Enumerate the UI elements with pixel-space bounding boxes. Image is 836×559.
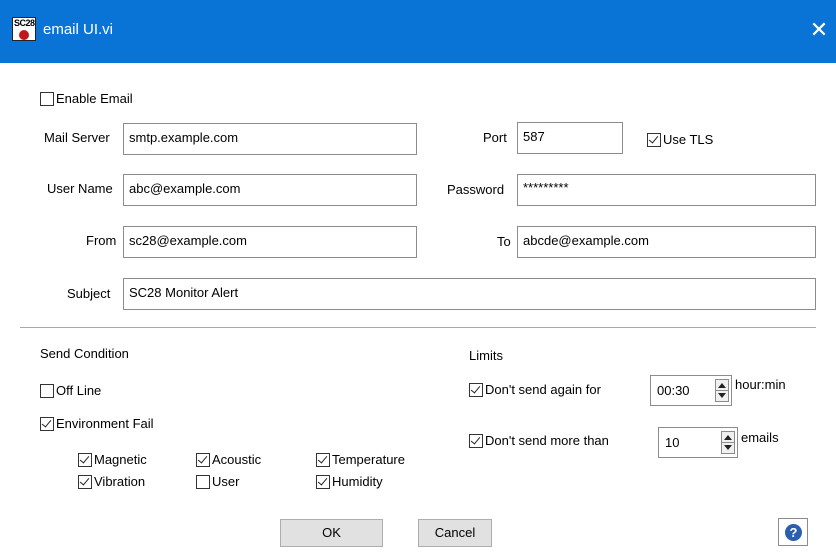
- vibration-checkbox[interactable]: Vibration: [78, 474, 145, 489]
- enable-email-label: Enable Email: [56, 91, 133, 106]
- user-name-label: User Name: [47, 181, 113, 196]
- dont-send-more-spinner[interactable]: 10: [658, 427, 738, 458]
- emails-unit: emails: [741, 430, 779, 445]
- spinner-separator: [716, 390, 728, 391]
- limits-title: Limits: [469, 348, 503, 363]
- password-field[interactable]: *********: [517, 174, 816, 206]
- dont-send-more-checkbox[interactable]: Don't send more than: [469, 433, 609, 448]
- title-bar: SC28 email UI.vi ✕: [0, 0, 836, 63]
- decrement-icon[interactable]: [724, 445, 732, 450]
- magnetic-label: Magnetic: [94, 452, 147, 467]
- from-field[interactable]: sc28@example.com: [123, 226, 417, 258]
- app-icon-text: SC28: [14, 18, 35, 28]
- ok-button[interactable]: OK: [280, 519, 383, 547]
- port-label: Port: [483, 130, 507, 145]
- user-name-field[interactable]: abc@example.com: [123, 174, 417, 206]
- dont-send-again-checkbox[interactable]: Don't send again for: [469, 382, 601, 397]
- temperature-box[interactable]: [316, 452, 330, 467]
- use-tls-label: Use TLS: [663, 132, 714, 147]
- help-button[interactable]: ?: [778, 518, 808, 546]
- subject-label: Subject: [67, 286, 111, 301]
- user-label: User: [212, 474, 240, 489]
- user-box[interactable]: [196, 474, 210, 489]
- off-line-box[interactable]: [40, 383, 54, 398]
- port-field[interactable]: 587: [517, 122, 623, 154]
- vibration-label: Vibration: [94, 474, 146, 489]
- user-checkbox[interactable]: User: [196, 474, 239, 489]
- spinner-separator: [722, 442, 734, 443]
- hour-min-unit: hour:min: [735, 377, 786, 392]
- increment-icon[interactable]: [718, 383, 726, 388]
- decrement-icon[interactable]: [718, 393, 726, 398]
- increment-icon[interactable]: [724, 435, 732, 440]
- dont-send-more-value[interactable]: 10: [665, 435, 679, 450]
- from-label: From: [86, 233, 117, 248]
- temperature-checkbox[interactable]: Temperature: [316, 452, 405, 467]
- app-icon[interactable]: SC28: [12, 17, 36, 41]
- humidity-checkbox[interactable]: Humidity: [316, 474, 383, 489]
- humidity-label: Humidity: [332, 474, 383, 489]
- spinner-arrows[interactable]: [721, 431, 735, 454]
- mail-server-field[interactable]: smtp.example.com: [123, 123, 417, 155]
- help-icon: ?: [785, 524, 802, 541]
- cancel-button[interactable]: Cancel: [418, 519, 492, 547]
- to-field[interactable]: abcde@example.com: [517, 226, 816, 258]
- app-icon-dot: [19, 30, 29, 40]
- off-line-label: Off Line: [56, 383, 102, 398]
- dont-send-again-label: Don't send again for: [485, 382, 601, 397]
- dont-send-again-value[interactable]: 00:30: [657, 383, 690, 398]
- password-label: Password: [447, 182, 505, 197]
- window-title: email UI.vi: [43, 21, 114, 38]
- environment-fail-label: Environment Fail: [56, 416, 154, 431]
- send-condition-title: Send Condition: [40, 346, 129, 361]
- vibration-box[interactable]: [78, 474, 92, 489]
- mail-server-label: Mail Server: [44, 130, 110, 145]
- magnetic-checkbox[interactable]: Magnetic: [78, 452, 147, 467]
- temperature-label: Temperature: [332, 452, 405, 467]
- section-divider: [20, 327, 816, 328]
- enable-email-box[interactable]: [40, 91, 54, 106]
- humidity-box[interactable]: [316, 474, 330, 489]
- enable-email-checkbox[interactable]: Enable Email: [40, 91, 133, 106]
- use-tls-box[interactable]: [647, 132, 661, 147]
- acoustic-box[interactable]: [196, 452, 210, 467]
- off-line-checkbox[interactable]: Off Line: [40, 383, 101, 398]
- dont-send-more-box[interactable]: [469, 433, 483, 448]
- magnetic-box[interactable]: [78, 452, 92, 467]
- spinner-arrows[interactable]: [715, 379, 729, 402]
- to-label: To: [497, 234, 511, 249]
- dont-send-more-label: Don't send more than: [485, 433, 609, 448]
- close-icon[interactable]: ✕: [805, 16, 833, 44]
- dont-send-again-spinner[interactable]: 00:30: [650, 375, 732, 406]
- acoustic-checkbox[interactable]: Acoustic: [196, 452, 261, 467]
- acoustic-label: Acoustic: [212, 452, 262, 467]
- subject-field[interactable]: SC28 Monitor Alert: [123, 278, 816, 310]
- use-tls-checkbox[interactable]: Use TLS: [647, 132, 713, 147]
- environment-fail-checkbox[interactable]: Environment Fail: [40, 416, 154, 431]
- dont-send-again-box[interactable]: [469, 382, 483, 397]
- environment-fail-box[interactable]: [40, 416, 54, 431]
